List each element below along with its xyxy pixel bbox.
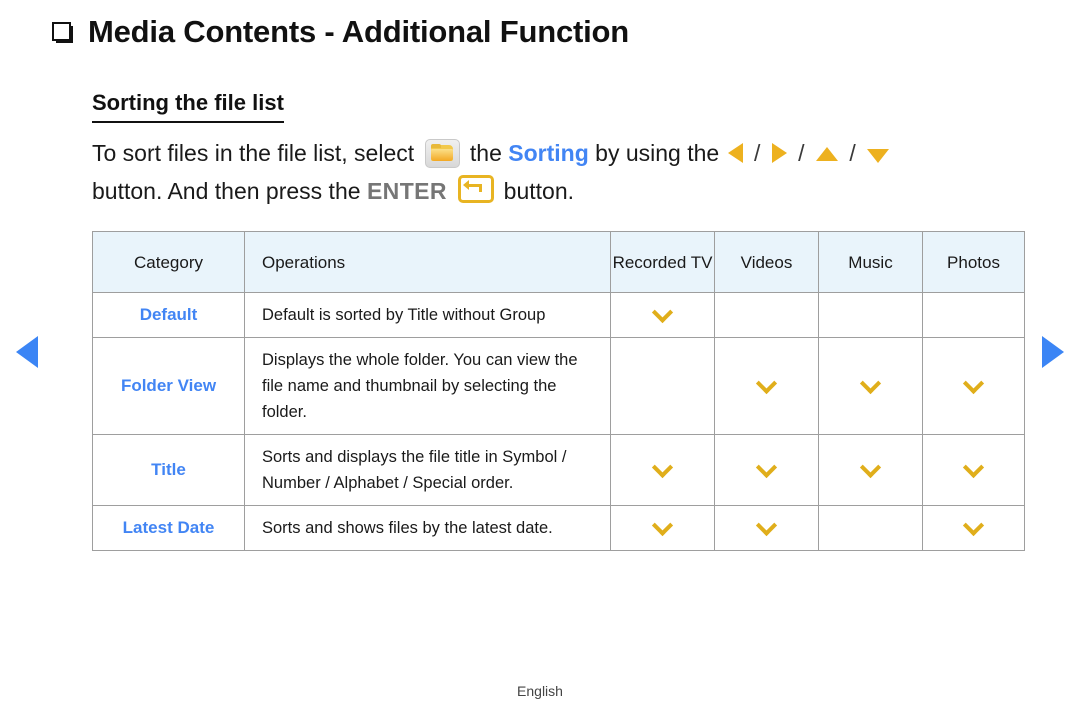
cell-category: Title xyxy=(92,434,245,506)
check-chevron-icon xyxy=(862,375,879,392)
table-row: Latest Date Sorts and shows files by the … xyxy=(92,505,1025,551)
instruction-text-part5: button. xyxy=(503,178,575,204)
cell-recorded-tv xyxy=(610,292,715,338)
cell-music xyxy=(818,337,923,435)
instruction-text-part2: the xyxy=(469,140,502,166)
square-bullet-icon xyxy=(52,21,73,43)
cell-videos xyxy=(714,292,819,338)
page-title: Media Contents - Additional Function xyxy=(88,14,629,49)
cell-music xyxy=(818,434,923,506)
check-chevron-icon xyxy=(654,459,671,476)
check-chevron-icon xyxy=(654,517,671,534)
cell-videos xyxy=(714,337,819,435)
check-chevron-icon xyxy=(965,517,982,534)
cell-recorded-tv xyxy=(610,337,715,435)
empty-cell xyxy=(862,517,879,534)
empty-cell xyxy=(758,304,775,321)
check-chevron-icon xyxy=(965,375,982,392)
sorting-highlight: Sorting xyxy=(508,140,589,166)
section-heading: Sorting the file list xyxy=(92,90,284,123)
folder-icon xyxy=(424,139,460,168)
arrow-left-icon xyxy=(727,143,743,163)
empty-cell xyxy=(654,375,671,392)
column-header-recorded-tv: Recorded TV xyxy=(610,231,715,293)
check-chevron-icon xyxy=(758,375,775,392)
table-row: Title Sorts and displays the file title i… xyxy=(92,434,1025,506)
column-header-category: Category xyxy=(92,231,245,293)
check-chevron-icon xyxy=(758,459,775,476)
cell-operations: Sorts and shows files by the latest date… xyxy=(244,505,611,551)
check-chevron-icon xyxy=(965,459,982,476)
enter-key-icon xyxy=(458,175,495,203)
column-header-music: Music xyxy=(818,231,923,293)
column-header-operations: Operations xyxy=(244,231,611,293)
cell-videos xyxy=(714,434,819,506)
separator-2: / xyxy=(798,140,805,166)
arrow-up-icon xyxy=(815,147,838,161)
table-row: Default Default is sorted by Title withou… xyxy=(92,292,1025,338)
table-header-row: Category Operations Recorded TV Videos M… xyxy=(92,231,1025,293)
arrow-down-icon xyxy=(867,149,890,163)
cell-category: Default xyxy=(92,292,245,338)
separator-3: / xyxy=(849,140,856,166)
cell-operations: Sorts and displays the file title in Sym… xyxy=(244,434,611,506)
table-body: Default Default is sorted by Title withou… xyxy=(92,292,1025,551)
footer-language-label: English xyxy=(517,683,563,699)
cell-photos xyxy=(922,505,1025,551)
cell-photos xyxy=(922,434,1025,506)
check-chevron-icon xyxy=(758,517,775,534)
instruction-text-part1: To sort files in the file list, select xyxy=(92,140,415,166)
column-header-photos: Photos xyxy=(922,231,1025,293)
check-chevron-icon xyxy=(862,459,879,476)
nav-previous-arrow-icon[interactable] xyxy=(16,336,38,368)
instruction-text-part4: button. And then press the xyxy=(92,178,361,204)
instruction-text-part3: by using the xyxy=(595,140,720,166)
cell-recorded-tv xyxy=(610,434,715,506)
cell-music xyxy=(818,505,923,551)
cell-operations: Displays the whole folder. You can view … xyxy=(244,337,611,435)
table-row: Folder View Displays the whole folder. Yo… xyxy=(92,337,1025,435)
cell-music xyxy=(818,292,923,338)
cell-category: Latest Date xyxy=(92,505,245,551)
cell-videos xyxy=(714,505,819,551)
separator-1: / xyxy=(753,140,761,166)
empty-cell xyxy=(965,304,982,321)
cell-recorded-tv xyxy=(610,505,715,551)
cell-category: Folder View xyxy=(92,337,245,435)
sorting-options-table: Category Operations Recorded TV Videos M… xyxy=(92,231,1025,551)
check-chevron-icon xyxy=(654,304,671,321)
cell-photos xyxy=(922,292,1025,338)
cell-photos xyxy=(922,337,1025,435)
arrow-right-icon xyxy=(771,143,787,163)
instruction-paragraph: To sort files in the file list, select t… xyxy=(92,134,992,210)
column-header-videos: Videos xyxy=(714,231,819,293)
cell-operations: Default is sorted by Title without Group xyxy=(244,292,611,338)
enter-label: ENTER xyxy=(366,178,447,204)
nav-next-arrow-icon[interactable] xyxy=(1042,336,1064,368)
empty-cell xyxy=(862,304,879,321)
page-header: Media Contents - Additional Function xyxy=(52,14,629,50)
